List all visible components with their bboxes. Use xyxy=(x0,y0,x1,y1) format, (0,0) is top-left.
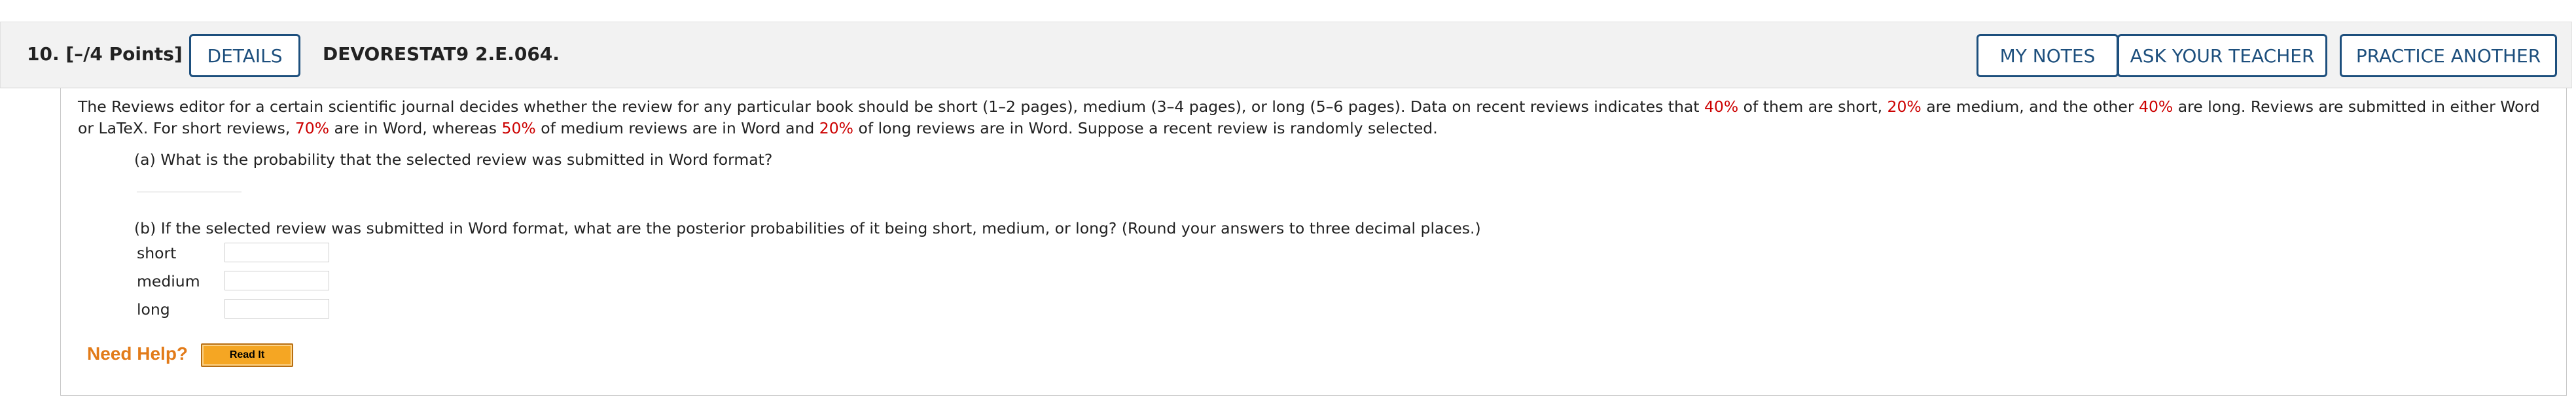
long-answer-input[interactable] xyxy=(224,299,329,319)
percent-long: 40% xyxy=(2139,97,2174,116)
short-answer-input[interactable] xyxy=(224,243,329,262)
my-notes-button[interactable]: MY NOTES xyxy=(1977,34,2119,77)
part-b-question: (b) If the selected review was submitted… xyxy=(134,219,1481,237)
ask-your-teacher-button[interactable]: ASK YOUR TEACHER xyxy=(2117,34,2327,77)
details-button[interactable]: DETAILS xyxy=(189,34,300,77)
problem-statement: The Reviews editor for a certain scienti… xyxy=(78,97,2540,137)
question-header: 10. [–/4 Points] DETAILS DEVORESTAT9 2.E… xyxy=(0,22,2572,88)
need-help-label: Need Help? xyxy=(87,343,188,364)
points-label: [–/4 Points] xyxy=(65,43,183,65)
medium-answer-input[interactable] xyxy=(224,271,329,290)
read-it-button[interactable]: Read It xyxy=(201,343,293,367)
long-label: long xyxy=(137,300,170,319)
word-percent-long: 20% xyxy=(819,119,853,137)
part-a-question: (a) What is the probability that the sel… xyxy=(134,150,773,169)
question-number: 10. xyxy=(27,43,60,65)
word-percent-medium: 50% xyxy=(501,119,536,137)
percent-short: 40% xyxy=(1704,97,1739,116)
medium-label: medium xyxy=(137,272,200,290)
question-body: The Reviews editor for a certain scienti… xyxy=(60,88,2567,396)
question-code: DEVORESTAT9 2.E.064. xyxy=(323,43,560,65)
word-percent-short: 70% xyxy=(295,119,330,137)
short-label: short xyxy=(137,244,177,262)
percent-medium: 20% xyxy=(1887,97,1922,116)
practice-another-button[interactable]: PRACTICE ANOTHER xyxy=(2340,34,2557,77)
question-number-points: 10. [–/4 Points] xyxy=(27,43,183,65)
